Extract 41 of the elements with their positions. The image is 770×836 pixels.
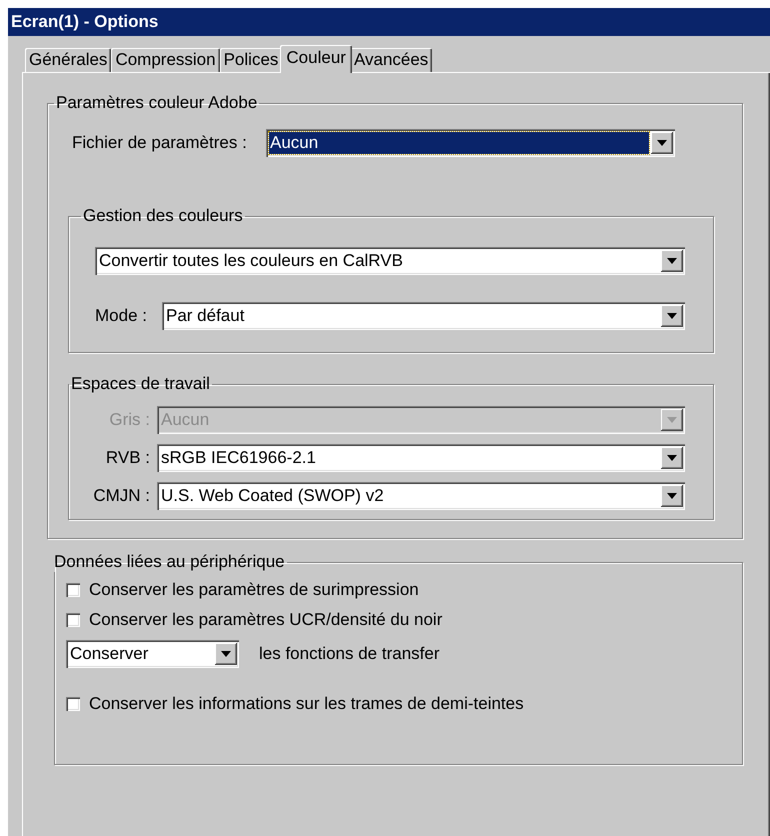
checkbox[interactable] (66, 697, 80, 711)
dropdown-button[interactable] (215, 643, 237, 665)
tab[interactable]: Polices (220, 48, 282, 72)
dropdown[interactable]: Par défaut (162, 302, 685, 330)
tab[interactable]: Générales (25, 48, 112, 72)
field-label: CMJN : (92, 486, 150, 506)
caret-icon (667, 493, 677, 499)
group-title: Données liées au périphérique (53, 552, 286, 572)
field-label: Fichier de paramètres : (72, 133, 248, 153)
checkbox-label: Conserver les paramètres UCR/densité du noir (89, 610, 442, 630)
dropdown[interactable]: Conserver (66, 640, 239, 668)
dropdown-button[interactable] (661, 250, 683, 272)
checkbox-label: Conserver les paramètres de surimpression (89, 580, 419, 600)
tab[interactable]: Couleur (280, 45, 352, 73)
checkbox[interactable] (66, 613, 80, 627)
caret-icon (221, 651, 231, 657)
dropdown-button[interactable] (651, 132, 673, 154)
field-label: Mode : (95, 306, 148, 326)
caret-icon (667, 258, 677, 264)
dropdown[interactable]: sRGB IEC61966-2.1 (157, 444, 685, 472)
tab[interactable]: Compression (111, 48, 220, 72)
combo-caption: les fonctions de transfer (259, 644, 440, 664)
dropdown-button[interactable] (661, 305, 683, 327)
group-title: Espaces de travail (70, 374, 211, 394)
dropdown[interactable]: Convertir toutes les couleurs en CalRVB (95, 247, 685, 275)
field-label: RVB : (104, 448, 150, 468)
dropdown[interactable]: U.S. Web Coated (SWOP) v2 (157, 482, 685, 510)
tab[interactable]: Avancées (350, 48, 432, 72)
window-title: Ecran(1) - Options (8, 8, 770, 36)
checkbox-label: Conserver les informations sur les trames de demi-teintes (89, 694, 524, 714)
caret-icon (667, 417, 677, 423)
caret-icon (667, 455, 677, 461)
group-title: Paramètres couleur Adobe (55, 93, 258, 113)
caret-icon (667, 313, 677, 319)
checkbox[interactable] (66, 583, 80, 597)
dropdown[interactable]: Aucun (266, 129, 675, 157)
caret-icon (657, 140, 667, 146)
dropdown-button[interactable] (661, 485, 683, 507)
group-title: Gestion des couleurs (82, 206, 244, 226)
field-label: Gris : (108, 410, 150, 430)
dropdown-button[interactable] (661, 447, 683, 469)
